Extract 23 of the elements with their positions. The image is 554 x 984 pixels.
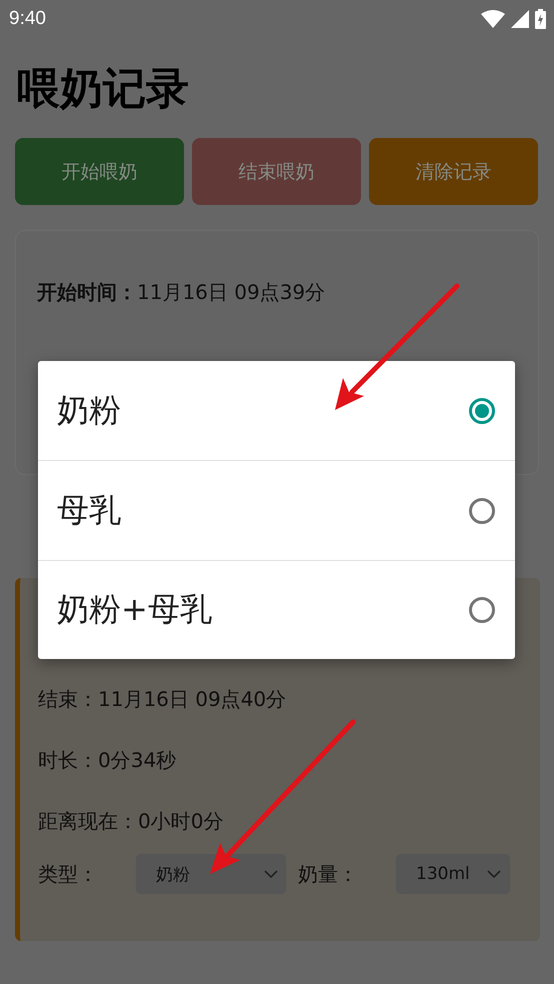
battery-icon [535,9,546,29]
action-button[interactable]: 清除记录 [369,138,538,205]
chevron-down-icon [264,870,278,878]
amount-label: 奶量： [298,860,358,888]
wifi-icon [481,10,505,28]
status-time: 9:40 [9,8,46,30]
time-since-text: 距离现在：0小时0分 [38,808,224,835]
chevron-down-icon [487,870,501,878]
option-item[interactable]: 奶粉+母乳 [38,561,515,659]
page-title: 喂奶记录 [16,63,190,116]
duration-text: 时长：0分34秒 [38,747,178,774]
action-button[interactable]: 结束喂奶 [192,138,361,205]
radio-button[interactable] [469,597,495,623]
radio-button[interactable] [469,498,495,524]
end-time-text: 结束：11月16日 09点40分 [38,686,288,713]
action-button[interactable]: 开始喂奶 [15,138,184,205]
signal-icon [511,10,529,28]
start-time-text: 开始时间：11月16日 09点39分 [37,279,326,306]
option-item[interactable]: 母乳 [38,461,515,561]
amount-dropdown[interactable]: 130ml [396,854,510,894]
type-dropdown[interactable]: 奶粉 [136,854,286,894]
radio-button[interactable] [469,398,495,424]
type-label: 类型： [38,860,98,888]
